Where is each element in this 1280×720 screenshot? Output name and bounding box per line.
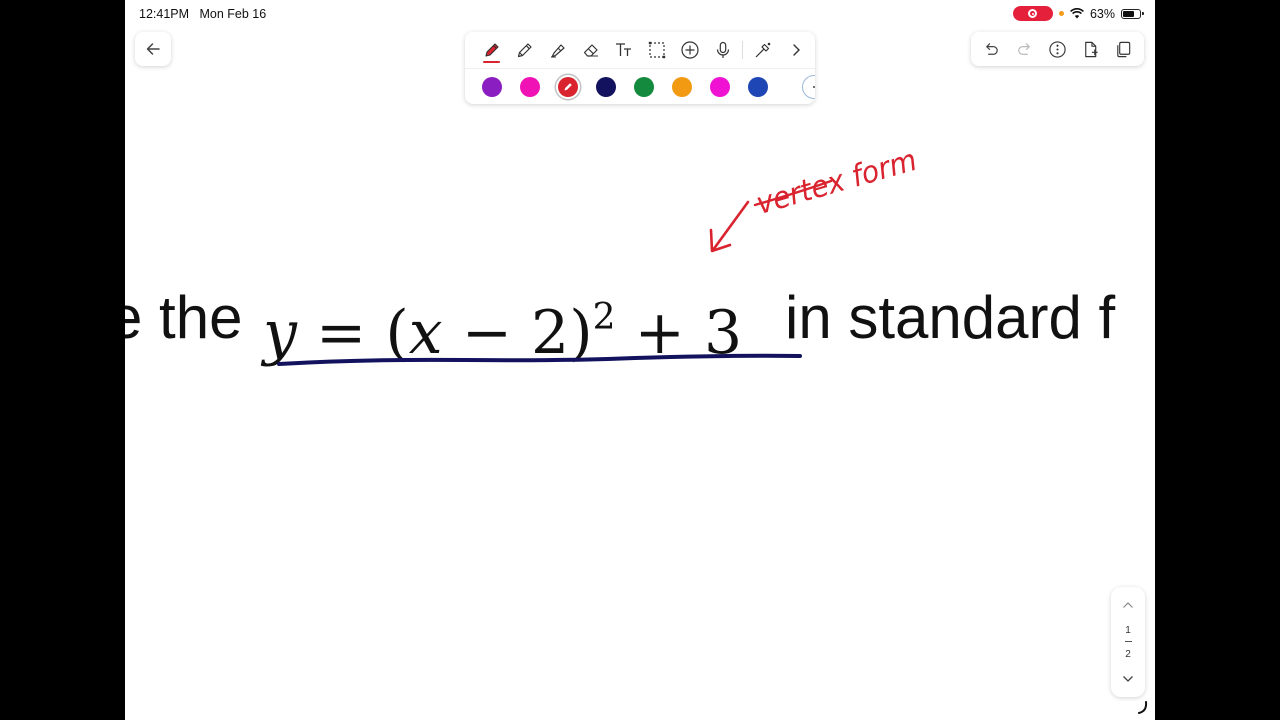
- add-tool[interactable]: [673, 35, 706, 65]
- current-page-number: 1: [1125, 624, 1131, 636]
- previous-page-button[interactable]: [1111, 597, 1145, 613]
- lasso-select-icon: [648, 41, 665, 59]
- color-palette: [465, 68, 815, 104]
- back-arrow-icon: [146, 43, 160, 55]
- more-options-icon: [1049, 40, 1066, 58]
- eraser-tool[interactable]: [574, 35, 607, 65]
- equation-underline: [277, 353, 802, 366]
- drawing-toolbar: [465, 32, 815, 104]
- color-swatch-8[interactable]: [748, 77, 768, 97]
- mic-tool[interactable]: [706, 35, 739, 65]
- eraser-icon: [583, 44, 598, 57]
- exponent: 2: [592, 297, 616, 338]
- highlighter-icon: [550, 44, 565, 58]
- custom-color-button[interactable]: [802, 75, 815, 99]
- color-swatch-5[interactable]: [634, 77, 654, 97]
- plus-circle-icon: [680, 41, 699, 59]
- microphone-icon: [716, 41, 729, 58]
- more-options-button[interactable]: [1041, 34, 1074, 64]
- chevron-right-icon: [792, 44, 800, 56]
- document-toolbar: [971, 32, 1144, 66]
- app-screen: 12:41PM Mon Feb 16 63% vertex form e the…: [125, 0, 1155, 720]
- pages-button[interactable]: [1107, 34, 1140, 64]
- annotation-arrow: [709, 200, 750, 253]
- battery-percent: 63%: [1089, 6, 1115, 21]
- chevron-up-icon: [1123, 602, 1133, 608]
- color-swatch-7[interactable]: [710, 77, 730, 97]
- page-navigator: 1 2: [1111, 587, 1145, 697]
- lasso-tool[interactable]: [640, 35, 673, 65]
- pages-icon: [1117, 41, 1131, 57]
- status-clock: 12:41PM: [139, 7, 190, 21]
- pen-icon: [484, 43, 499, 57]
- active-tool-indicator: [483, 61, 500, 63]
- add-page-icon: [1085, 41, 1098, 57]
- undo-icon: [986, 42, 998, 55]
- color-swatch-2[interactable]: [520, 77, 540, 97]
- wifi-icon: [1070, 8, 1084, 19]
- color-swatch-6[interactable]: [672, 77, 692, 97]
- record-icon: [1028, 9, 1038, 18]
- more-tools-button[interactable]: [779, 35, 812, 65]
- toolbar-divider: [742, 41, 743, 59]
- color-swatch-4[interactable]: [596, 77, 616, 97]
- page-divider: [1124, 640, 1132, 642]
- pen-tool[interactable]: [475, 35, 508, 65]
- mic-in-use-indicator: [1058, 11, 1064, 16]
- handwritten-annotation: vertex form: [709, 143, 921, 253]
- resize-handle-icon[interactable]: [1135, 700, 1149, 716]
- laser-tool[interactable]: [746, 35, 779, 65]
- back-button[interactable]: [135, 32, 171, 66]
- equation-lead-text: e the: [125, 284, 243, 351]
- vertex-form-label: vertex form: [752, 143, 920, 222]
- next-page-button[interactable]: [1111, 671, 1145, 687]
- screen-recording-indicator[interactable]: [1012, 6, 1053, 21]
- text-tool[interactable]: [607, 35, 640, 65]
- color-swatch-3[interactable]: [558, 77, 578, 97]
- status-date: Mon Feb 16: [199, 7, 267, 21]
- pencil-icon: [517, 43, 532, 58]
- redo-icon: [1018, 42, 1030, 55]
- status-indicators: 63%: [1012, 6, 1144, 21]
- undo-button[interactable]: [975, 34, 1008, 64]
- annotation-text: vertex form: [752, 143, 920, 222]
- chevron-down-icon: [1123, 676, 1133, 682]
- add-page-button[interactable]: [1074, 34, 1107, 64]
- status-time: 12:41PM Mon Feb 16: [139, 7, 266, 21]
- highlighter-tool[interactable]: [541, 35, 574, 65]
- total-pages: 2: [1125, 648, 1131, 660]
- selected-pen-icon: [564, 83, 572, 91]
- pencil-tool[interactable]: [508, 35, 541, 65]
- tool-row: [465, 32, 815, 68]
- text-icon: [615, 43, 631, 56]
- color-swatch-1[interactable]: [482, 77, 502, 97]
- equation-tail-text: in standard f: [785, 284, 1116, 351]
- redo-button[interactable]: [1008, 34, 1041, 64]
- laser-pointer-icon: [755, 42, 770, 58]
- battery-icon: [1121, 8, 1144, 19]
